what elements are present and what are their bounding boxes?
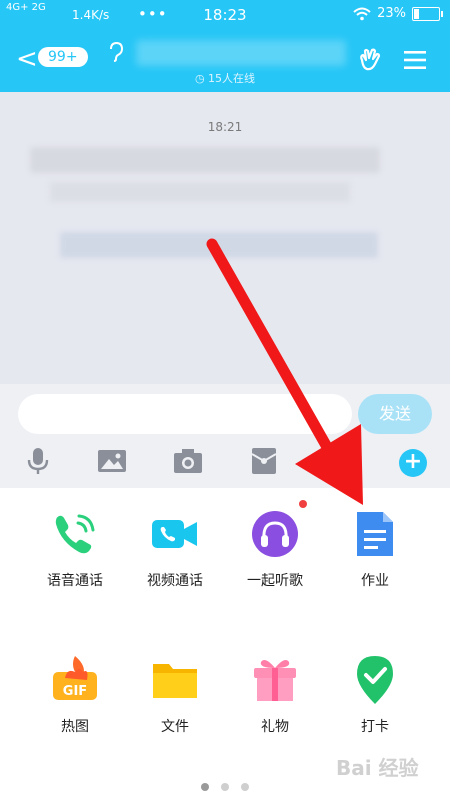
headphones-icon	[252, 511, 298, 557]
camera-icon[interactable]	[172, 446, 204, 476]
page-dot[interactable]	[221, 783, 229, 791]
app-label: 热图	[61, 719, 89, 735]
battery-icon	[412, 6, 443, 21]
status-bar: 4G+ 2G 1.4K/s ••• 18:23 23%	[0, 0, 450, 30]
app-listen-together[interactable]: 一起听歌	[225, 508, 325, 590]
input-bar: 发送 +	[0, 384, 450, 488]
chat-area[interactable]: 18:21	[0, 92, 450, 384]
notification-dot	[299, 500, 307, 508]
more-plus-button[interactable]: +	[399, 449, 427, 477]
app-hot-gif[interactable]: GIF 热图	[25, 654, 125, 736]
page-dot[interactable]	[201, 783, 209, 791]
app-label: 一起听歌	[247, 573, 303, 589]
unread-badge[interactable]: 99+	[38, 47, 88, 67]
app-label: 语音通话	[47, 573, 103, 589]
svg-text:GIF: GIF	[63, 684, 87, 699]
app-voice-call[interactable]: 语音通话	[25, 508, 125, 590]
phone-call-icon	[55, 514, 95, 554]
message-time: 18:21	[207, 120, 243, 134]
gesture-hand-icon[interactable]	[356, 46, 384, 74]
chat-header: < 99+ ◷ 15人在线	[0, 30, 450, 92]
app-label: 文件	[161, 719, 189, 735]
status-right: 23%	[353, 6, 443, 21]
wifi-icon	[353, 7, 371, 20]
blurred-message	[60, 232, 378, 258]
earpiece-mode-icon[interactable]	[108, 41, 124, 68]
more-notifications: •••	[138, 5, 168, 23]
app-gift[interactable]: 礼物	[225, 654, 325, 736]
page-dot[interactable]	[241, 783, 249, 791]
status-time: 18:23	[203, 6, 247, 24]
check-in-icon	[357, 656, 393, 704]
red-packet-icon[interactable]	[248, 446, 280, 476]
hot-gif-icon: GIF	[53, 656, 97, 700]
network-indicator: 4G+ 2G	[6, 2, 46, 13]
video-call-icon	[152, 520, 197, 548]
battery-fill	[414, 8, 420, 19]
microphone-icon[interactable]	[22, 446, 54, 476]
app-label: 作业	[361, 573, 389, 589]
app-label: 打卡	[361, 719, 389, 735]
app-homework[interactable]: 作业	[325, 508, 425, 590]
back-button[interactable]: <	[16, 46, 38, 72]
app-files[interactable]: 文件	[125, 654, 225, 736]
menu-icon[interactable]	[404, 50, 426, 70]
blurred-message	[50, 182, 350, 202]
homework-doc-icon	[357, 512, 393, 556]
gift-icon	[254, 660, 296, 701]
folder-icon	[153, 664, 197, 698]
app-label: 视频通话	[147, 573, 203, 589]
app-label: 礼物	[261, 719, 289, 735]
group-title-blurred	[136, 40, 346, 66]
watermark: Bai 经验	[336, 756, 419, 780]
online-count: ◷ 15人在线	[150, 70, 300, 86]
battery-percent: 23%	[377, 6, 406, 21]
online-clock-icon: ◷	[194, 72, 209, 85]
image-icon[interactable]	[96, 446, 128, 476]
app-check-in[interactable]: 打卡	[325, 654, 425, 736]
app-video-call[interactable]: 视频通话	[125, 508, 225, 590]
network-speed: 1.4K/s	[72, 8, 110, 22]
message-input[interactable]	[18, 394, 352, 434]
emoji-icon[interactable]	[322, 446, 354, 476]
send-button[interactable]: 发送	[358, 394, 432, 434]
online-count-text: 15人在线	[208, 72, 256, 85]
blurred-message	[30, 147, 380, 173]
